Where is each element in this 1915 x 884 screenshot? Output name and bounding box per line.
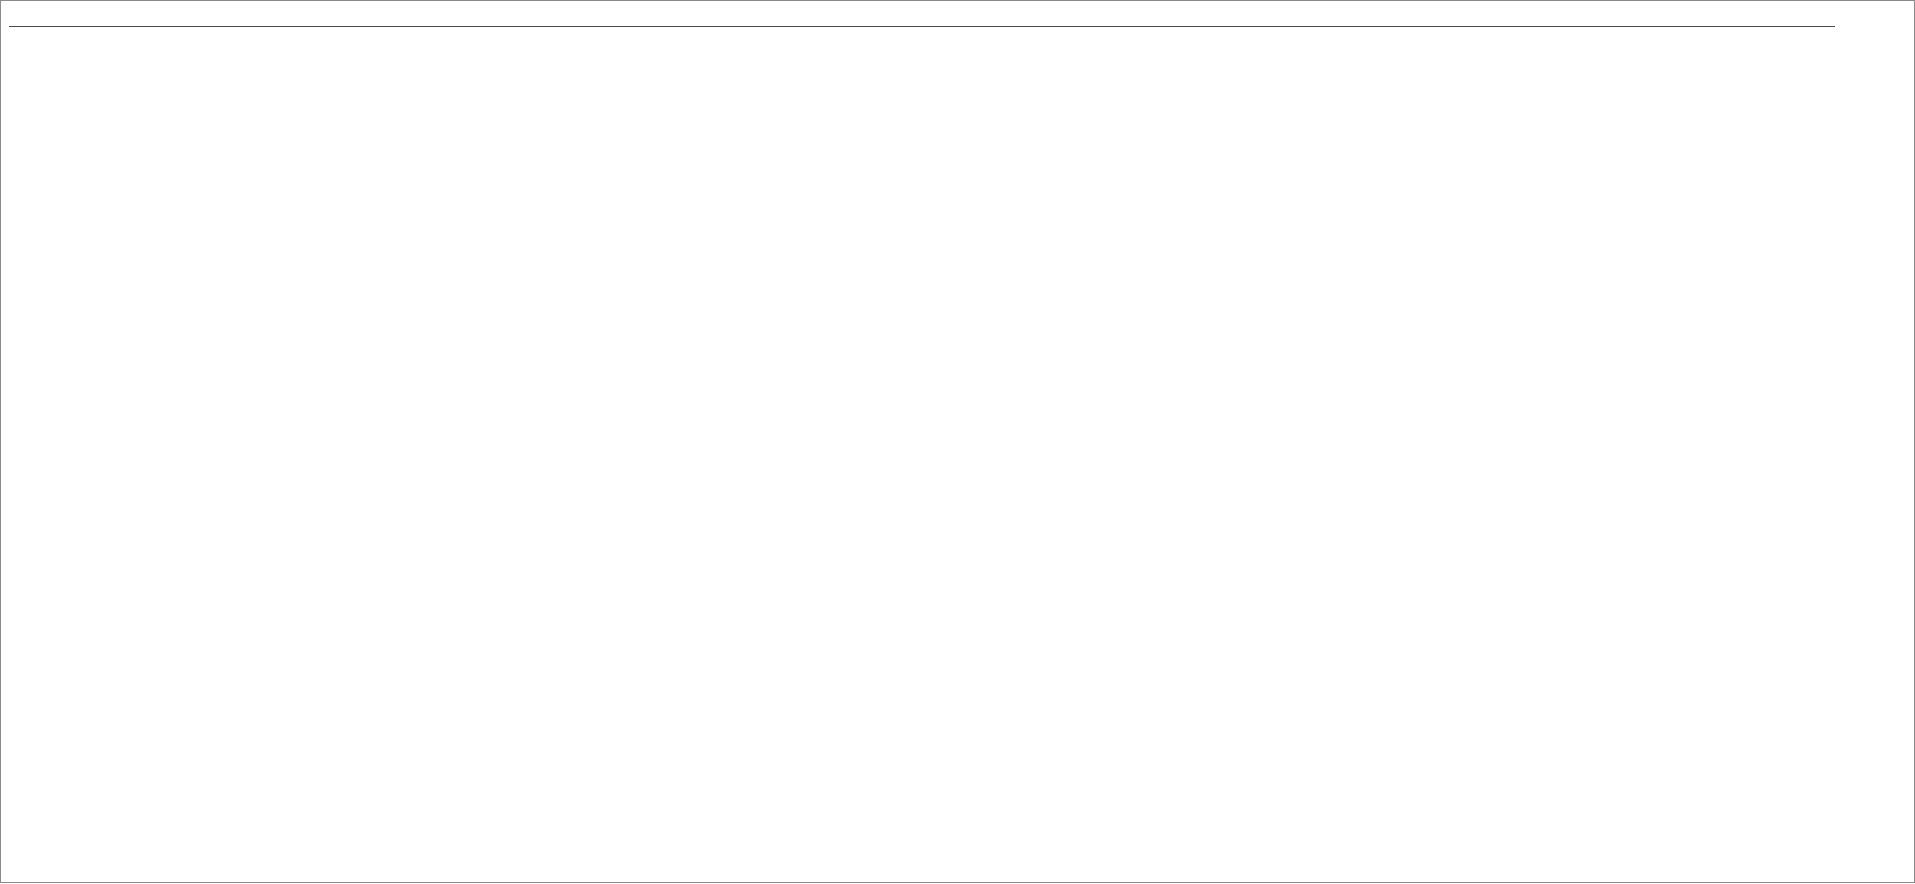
macd-pane-legend	[19, 770, 29, 782]
main-pane-legend	[19, 28, 34, 40]
chart-window	[0, 0, 1915, 883]
stoch-pane-legend	[19, 653, 29, 665]
chart-canvas[interactable]	[1, 1, 1915, 884]
rsi-pane-legend	[19, 552, 29, 564]
